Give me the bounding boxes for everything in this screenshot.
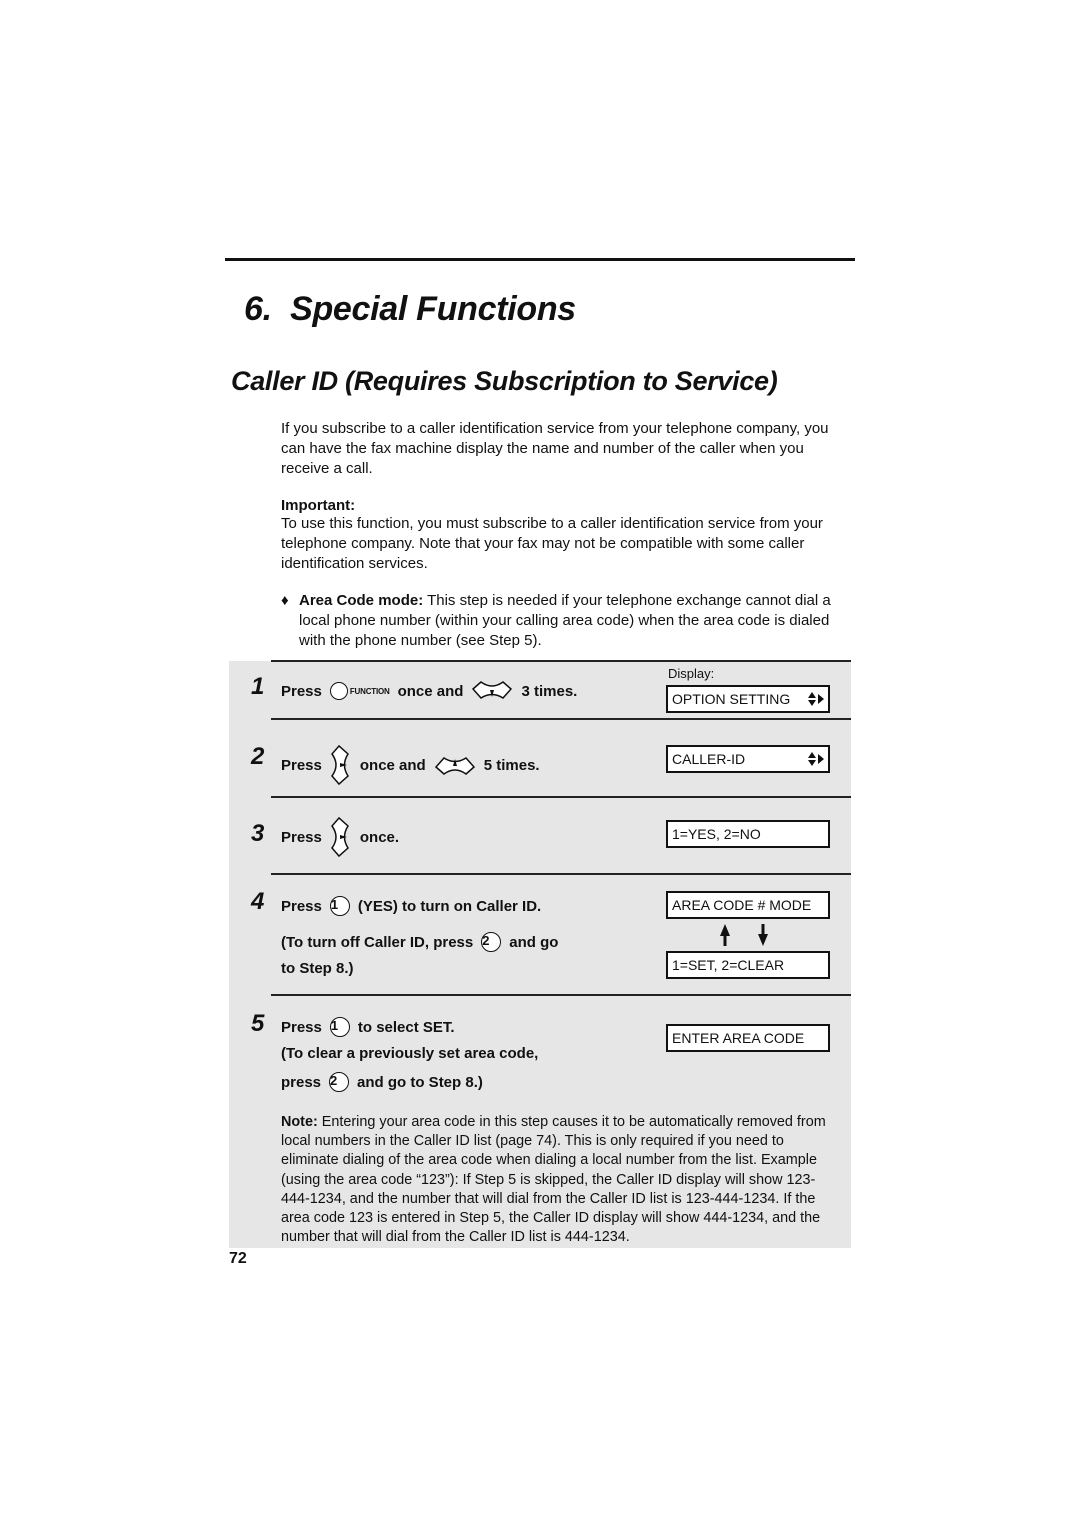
page-number: 72 [229, 1250, 247, 1267]
separator [271, 796, 851, 798]
intro-paragraph: If you subscribe to a caller identificat… [281, 420, 829, 477]
display-option-setting: OPTION SETTING [666, 685, 830, 713]
right-arrow-key-icon [330, 744, 349, 786]
step-2-instruction: Press once and 5 times. [281, 744, 540, 786]
top-rule [225, 258, 855, 261]
key-2-icon: 2 [481, 932, 502, 952]
display-enter-area-code: ENTER AREA CODE [666, 1024, 830, 1052]
key-1-icon: 1 [329, 896, 350, 916]
step-number: 3 [251, 820, 265, 847]
up-arrow-key-icon [434, 757, 475, 775]
chapter-title: 6. Special Functions [244, 290, 576, 328]
function-key-label: FUNCTION [349, 686, 390, 696]
note-text: Entering your area code in this step cau… [281, 1114, 826, 1246]
section-title: Caller ID (Requires Subscription to Serv… [231, 366, 778, 396]
important-label: Important: [281, 497, 356, 514]
scroll-arrows-icon [808, 692, 824, 706]
step-number: 5 [251, 1010, 265, 1037]
function-button-icon [329, 682, 348, 700]
separator [271, 660, 851, 662]
right-arrow-key-icon [330, 816, 349, 858]
step-number: 4 [251, 888, 265, 915]
step-number: 1 [251, 673, 265, 700]
note-label: Note: [281, 1114, 318, 1130]
display-set-clear: 1=SET, 2=CLEAR [666, 951, 830, 979]
step-5-alt-instruction: (To clear a previously set area code, [281, 1045, 539, 1062]
display-yes-no: 1=YES, 2=NO [666, 820, 830, 848]
separator [271, 994, 851, 996]
step-4-instruction: Press 1 (YES) to turn on Caller ID. [281, 896, 542, 916]
key-2-icon: 2 [329, 1072, 350, 1092]
important-text: To use this function, you must subscribe… [281, 515, 823, 572]
down-arrow-key-icon [472, 681, 513, 699]
diamond-bullet-icon: ♦ [281, 592, 289, 609]
display-label: Display: [668, 666, 715, 681]
step-number: 2 [251, 743, 265, 770]
separator [271, 718, 851, 720]
display-area-code-mode: AREA CODE # MODE [666, 891, 830, 919]
step-5-instruction: Press 1 to select SET. [281, 1017, 455, 1037]
transition-arrows-icon [720, 924, 768, 946]
scroll-arrows-icon [808, 752, 824, 766]
note-paragraph: Note: Entering your area code in this st… [281, 1113, 841, 1247]
display-caller-id: CALLER-ID [666, 745, 830, 773]
bullet-label: Area Code mode: [299, 592, 424, 609]
step-4-alt-instruction-cont: to Step 8.) [281, 960, 354, 977]
step-5-alt-instruction-cont: press 2 and go to Step 8.) [281, 1072, 483, 1092]
step-4-alt-instruction: (To turn off Caller ID, press 2 and go [281, 932, 559, 952]
step-1-instruction: Press FUNCTION once and 3 times. [281, 680, 577, 702]
step-3-instruction: Press once. [281, 816, 399, 858]
key-1-icon: 1 [329, 1017, 350, 1037]
separator [271, 873, 851, 875]
